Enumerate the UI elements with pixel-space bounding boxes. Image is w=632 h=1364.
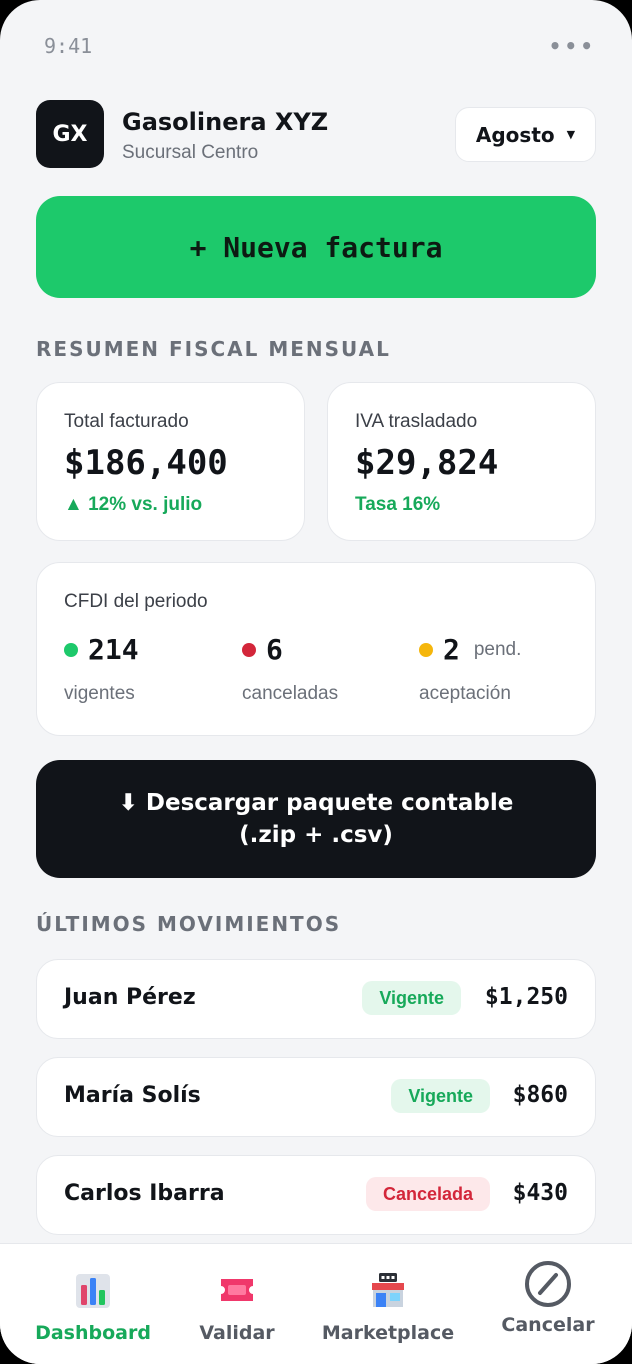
movements-section-title: ÚLTIMOS MOVIMIENTOS [36, 912, 342, 936]
customer-name: Juan Pérez [64, 985, 196, 1010]
movement-amount: $430 [512, 1180, 568, 1206]
customer-name: María Solís [64, 1083, 201, 1108]
cfdi-count: 6 [266, 633, 283, 666]
cfdi-caption: canceladas [242, 683, 339, 704]
cfdi-suffix: pend. [473, 638, 522, 660]
business-header: GX Gasolinera XYZ Sucursal Centro Agosto… [36, 100, 596, 168]
status-dot-green [64, 642, 78, 657]
chevron-down-icon: ▼ [566, 128, 576, 141]
tab-label: Validar [199, 1322, 275, 1344]
total-billed-label: Total facturado [64, 411, 189, 432]
status-bar: 9:41 ••• [44, 34, 596, 58]
cfdi-count: 2 [443, 633, 460, 666]
movement-amount: $1,250 [484, 984, 568, 1010]
movement-row[interactable]: Juan Pérez Vigente $1,250 [36, 959, 596, 1039]
ticket-icon [218, 1268, 256, 1312]
status-badge: Cancelada [365, 1177, 490, 1211]
month-label: Agosto [475, 122, 555, 147]
tab-cancelar[interactable]: Cancelar [473, 1260, 623, 1350]
tab-label: Cancelar [501, 1314, 595, 1336]
cfdi-caption: vigentes [64, 683, 135, 704]
iva-card: IVA trasladado $29,824 Tasa 16% [327, 382, 596, 541]
tab-marketplace[interactable]: Marketplace [313, 1268, 463, 1358]
tab-dashboard[interactable]: Dashboard [18, 1268, 168, 1358]
status-badge: Vigente [391, 1079, 490, 1113]
business-logo: GX [36, 100, 104, 168]
tab-validar[interactable]: Validar [162, 1268, 312, 1358]
cfdi-count: 214 [88, 633, 139, 666]
month-selector[interactable]: Agosto ▼ [455, 107, 596, 162]
iva-rate: Tasa 16% [355, 494, 441, 515]
bar-chart-icon [75, 1268, 111, 1312]
bottom-tab-bar: Dashboard Validar Marketplace Cancelar [0, 1243, 632, 1364]
cancel-circle-icon [524, 1260, 572, 1308]
new-invoice-button[interactable]: + Nueva factura [36, 196, 596, 298]
store-24h-icon [369, 1268, 407, 1312]
movement-row[interactable]: Carlos Ibarra Cancelada $430 [36, 1155, 596, 1235]
phone-screen: 9:41 ••• GX Gasolinera XYZ Sucursal Cent… [0, 0, 632, 1364]
download-package-button[interactable]: ⬇ Descargar paquete contable (.zip + .cs… [36, 760, 596, 878]
customer-name: Carlos Ibarra [64, 1181, 225, 1206]
more-options-icon[interactable]: ••• [549, 34, 596, 58]
clock: 9:41 [44, 34, 93, 58]
total-billed-value: $186,400 [64, 443, 228, 483]
movement-row[interactable]: María Solís Vigente $860 [36, 1057, 596, 1137]
cfdi-card: CFDI del periodo 214 vigentes 6 cancelad… [36, 562, 596, 736]
tab-label: Marketplace [321, 1322, 455, 1344]
movement-amount: $860 [512, 1082, 568, 1108]
status-dot-yellow [419, 642, 433, 657]
cfdi-caption: aceptación [419, 683, 511, 704]
total-billed-delta: ▲ 12% vs. julio [64, 494, 203, 515]
iva-label: IVA trasladado [355, 411, 478, 432]
summary-section-title: RESUMEN FISCAL MENSUAL [36, 337, 391, 361]
branch-name: Sucursal Centro [122, 142, 259, 163]
total-billed-card: Total facturado $186,400 ▲ 12% vs. julio [36, 382, 305, 541]
iva-value: $29,824 [355, 443, 499, 483]
status-badge: Vigente [362, 981, 461, 1015]
tab-label: Dashboard [35, 1322, 151, 1344]
business-name: Gasolinera XYZ [122, 108, 329, 136]
status-dot-red [242, 642, 256, 657]
cfdi-label: CFDI del periodo [64, 591, 208, 612]
